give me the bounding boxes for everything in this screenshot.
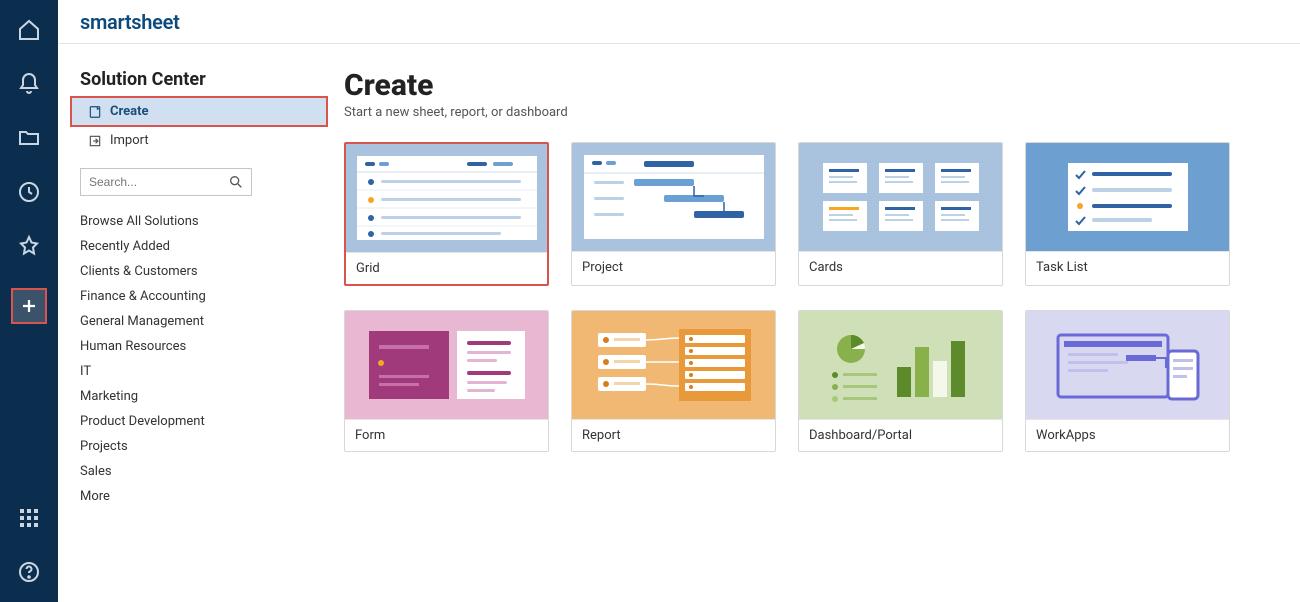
help-icon[interactable] bbox=[17, 560, 41, 584]
card-grid[interactable]: Grid bbox=[344, 142, 549, 286]
cat-projects[interactable]: Projects bbox=[80, 439, 320, 454]
card-workapps-label: WorkApps bbox=[1026, 419, 1229, 451]
card-task-label: Task List bbox=[1026, 251, 1229, 283]
import-icon bbox=[88, 134, 102, 148]
card-project-label: Project bbox=[572, 251, 775, 283]
clock-icon[interactable] bbox=[17, 180, 41, 204]
cat-sales[interactable]: Sales bbox=[80, 464, 320, 479]
cat-recently-added[interactable]: Recently Added bbox=[80, 239, 320, 254]
sheet-icon bbox=[88, 105, 102, 119]
folder-icon[interactable] bbox=[17, 126, 41, 150]
nav-import[interactable]: Import bbox=[80, 127, 320, 154]
cat-more[interactable]: More bbox=[80, 489, 320, 504]
create-button[interactable] bbox=[11, 288, 47, 324]
card-cards-label: Cards bbox=[799, 251, 1002, 283]
create-area: Create Start a new sheet, report, or das… bbox=[338, 44, 1300, 602]
category-list: Browse All Solutions Recently Added Clie… bbox=[80, 214, 320, 504]
card-cards[interactable]: Cards bbox=[798, 142, 1003, 286]
nav-create-label: Create bbox=[110, 104, 149, 119]
topbar: smartsheet bbox=[58, 0, 1300, 44]
cat-product-development[interactable]: Product Development bbox=[80, 414, 320, 429]
card-dashboard-preview bbox=[799, 311, 1002, 419]
card-report-label: Report bbox=[572, 419, 775, 451]
cat-general-management[interactable]: General Management bbox=[80, 314, 320, 329]
card-form[interactable]: Form bbox=[344, 310, 549, 452]
card-grid-label: Grid bbox=[346, 252, 547, 284]
create-subtitle: Start a new sheet, report, or dashboard bbox=[344, 105, 1260, 120]
card-form-preview bbox=[345, 311, 548, 419]
cat-browse-all[interactable]: Browse All Solutions bbox=[80, 214, 320, 229]
card-task-preview bbox=[1026, 143, 1229, 251]
card-grid-preview bbox=[346, 144, 547, 252]
cat-human-resources[interactable]: Human Resources bbox=[80, 339, 320, 354]
nav-create[interactable]: Create bbox=[70, 96, 328, 127]
cat-it[interactable]: IT bbox=[80, 364, 320, 379]
panel-title: Solution Center bbox=[80, 69, 320, 90]
logo: smartsheet bbox=[80, 10, 180, 34]
cat-finance-accounting[interactable]: Finance & Accounting bbox=[80, 289, 320, 304]
card-cards-preview bbox=[799, 143, 1002, 251]
home-icon[interactable] bbox=[17, 18, 41, 42]
create-title: Create bbox=[344, 68, 1260, 103]
apps-grid-icon[interactable] bbox=[17, 506, 41, 530]
left-rail bbox=[0, 0, 58, 602]
card-workapps[interactable]: WorkApps bbox=[1025, 310, 1230, 452]
card-project[interactable]: Project bbox=[571, 142, 776, 286]
star-icon[interactable] bbox=[17, 234, 41, 258]
card-dashboard[interactable]: Dashboard/Portal bbox=[798, 310, 1003, 452]
bell-icon[interactable] bbox=[17, 72, 41, 96]
card-report[interactable]: Report bbox=[571, 310, 776, 452]
cat-marketing[interactable]: Marketing bbox=[80, 389, 320, 404]
solution-center-panel: Solution Center Create Import bbox=[58, 44, 338, 602]
card-dashboard-label: Dashboard/Portal bbox=[799, 419, 1002, 451]
search-icon[interactable] bbox=[228, 174, 244, 190]
card-task-list[interactable]: Task List bbox=[1025, 142, 1230, 286]
cat-clients-customers[interactable]: Clients & Customers bbox=[80, 264, 320, 279]
card-project-preview bbox=[572, 143, 775, 251]
card-form-label: Form bbox=[345, 419, 548, 451]
card-workapps-preview bbox=[1026, 311, 1229, 419]
card-report-preview bbox=[572, 311, 775, 419]
nav-import-label: Import bbox=[110, 133, 149, 148]
search-input[interactable] bbox=[80, 168, 252, 196]
